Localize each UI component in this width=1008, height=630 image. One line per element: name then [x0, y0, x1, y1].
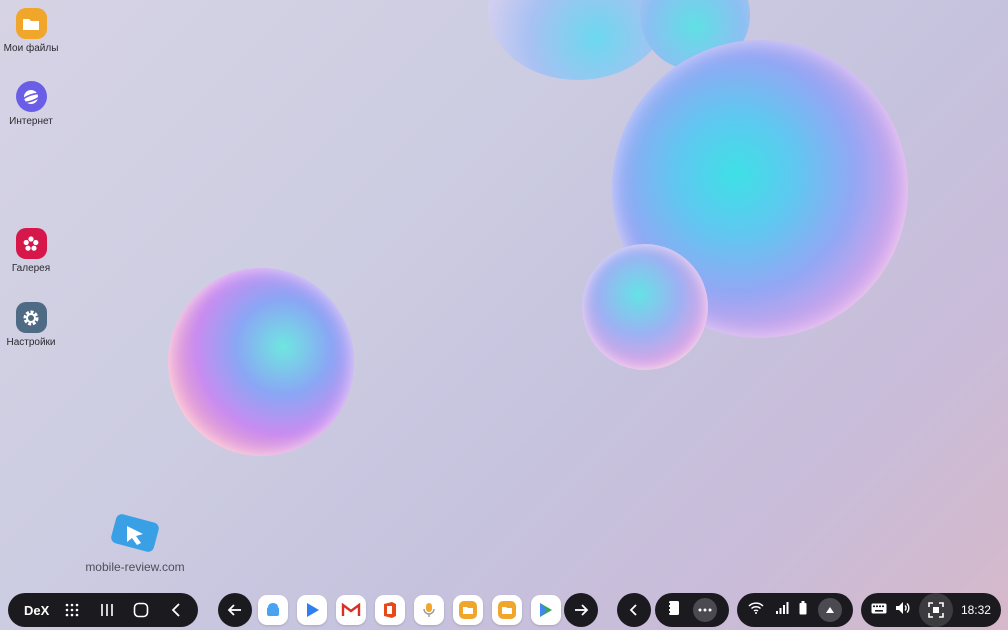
status-area [737, 593, 853, 627]
android-icon [267, 603, 279, 616]
app-grid-icon[interactable] [60, 598, 84, 622]
desktop-icon-settings[interactable]: Настройки [0, 302, 66, 348]
desktop-icon-gallery[interactable]: Галерея [0, 228, 66, 274]
arrow-left-icon [227, 604, 241, 616]
clock[interactable]: 18:32 [961, 603, 991, 617]
more-dots-icon [698, 608, 712, 612]
screen-capture-button[interactable] [918, 593, 953, 627]
watermark-text: mobile-review.com [85, 560, 185, 574]
back-icon[interactable] [164, 598, 188, 622]
collapse-button[interactable] [617, 593, 651, 627]
app-voice-recorder[interactable] [414, 595, 444, 625]
internet-planet-icon [15, 81, 47, 112]
scroll-right-button[interactable] [564, 593, 598, 627]
watermark: mobile-review.com [80, 514, 190, 574]
screenshot-icon [928, 602, 944, 618]
play-store-icon [540, 603, 552, 617]
app-play-movies[interactable] [297, 595, 327, 625]
wallpaper-bubble [168, 268, 354, 456]
play-icon [307, 603, 319, 617]
office-icon [384, 602, 396, 618]
battery-icon[interactable] [799, 600, 807, 620]
gmail-icon [341, 602, 361, 616]
dex-nav-bar: DeX [8, 593, 198, 627]
app-gmail[interactable] [336, 595, 366, 625]
desktop-icon-label: Настройки [6, 337, 56, 348]
gear-icon [15, 302, 47, 333]
watermark-logo [109, 514, 161, 552]
system-tray: 18:32 [861, 593, 1001, 627]
dex-button[interactable]: DeX [24, 603, 49, 618]
desktop-icon-my-files[interactable]: Мои файлы [0, 8, 66, 54]
chevron-up-icon [825, 607, 834, 613]
app-files-1[interactable] [453, 595, 483, 625]
desktop-icon-label: Галерея [11, 263, 51, 274]
volume-icon[interactable] [895, 601, 911, 620]
pinned-apps [258, 592, 568, 628]
notification-area [655, 593, 729, 627]
signal-icon[interactable] [775, 601, 789, 619]
app-android[interactable] [258, 595, 288, 625]
keyboard-icon[interactable] [871, 601, 887, 619]
microphone-icon [423, 603, 435, 617]
app-files-2[interactable] [492, 595, 522, 625]
chevron-left-icon [629, 604, 637, 616]
folder-icon [15, 8, 47, 39]
desktop-icon-internet[interactable]: Интернет [0, 81, 66, 127]
desktop-icon-label: Интернет [9, 116, 53, 127]
more-notifications-button[interactable] [693, 598, 717, 622]
app-play-store[interactable] [531, 595, 561, 625]
home-icon[interactable] [129, 598, 153, 622]
folder-icon [459, 601, 477, 619]
notes-icon[interactable] [667, 600, 681, 621]
wifi-icon[interactable] [748, 601, 764, 619]
recent-apps-icon[interactable] [95, 598, 119, 622]
arrow-right-icon [575, 604, 589, 616]
folder-icon [498, 601, 516, 619]
desktop-icon-label: Мои файлы [3, 43, 59, 54]
app-office[interactable] [375, 595, 405, 625]
gallery-flower-icon [15, 228, 47, 259]
scroll-left-button[interactable] [218, 593, 252, 627]
wallpaper-bubble [582, 244, 708, 370]
quick-panel-button[interactable] [817, 598, 842, 622]
